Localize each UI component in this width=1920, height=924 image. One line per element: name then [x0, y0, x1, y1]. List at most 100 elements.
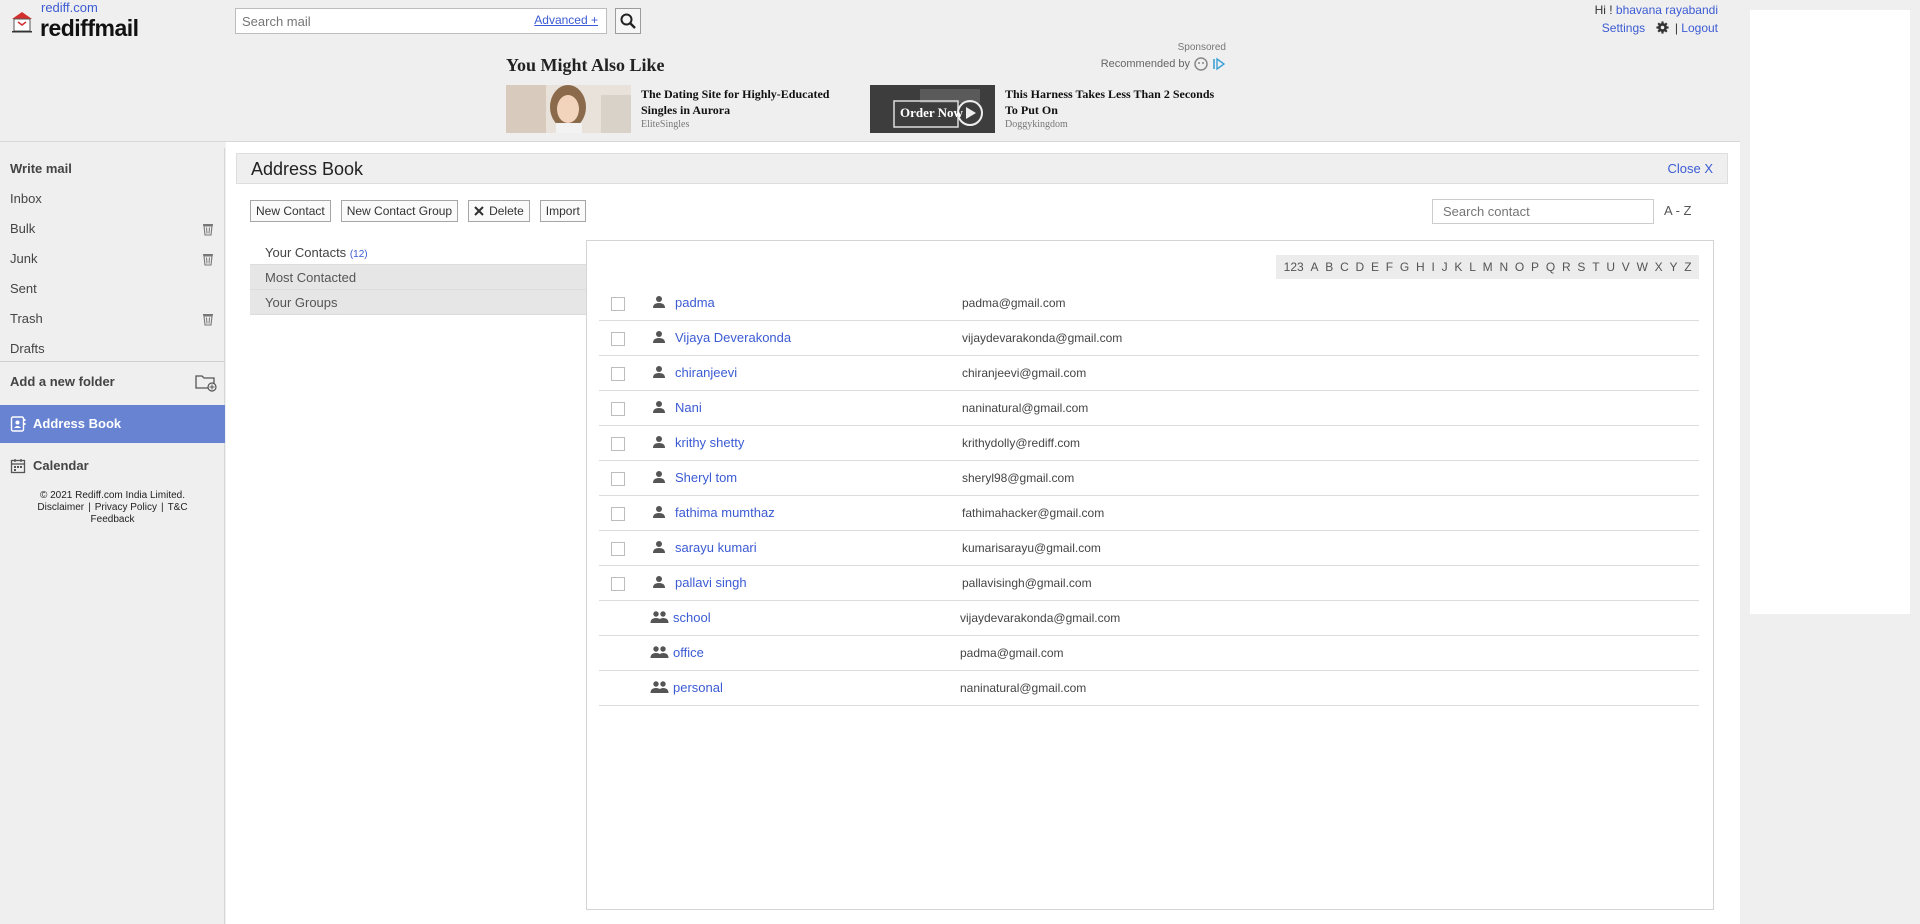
alphabet-letter[interactable]: U: [1603, 260, 1618, 274]
alphabet-letter[interactable]: F: [1382, 260, 1396, 274]
alphabet-letter[interactable]: M: [1479, 260, 1496, 274]
feedback-link[interactable]: Feedback: [91, 514, 135, 525]
contact-row[interactable]: pallavi singh pallavisingh@gmail.com: [599, 566, 1699, 601]
group-name-link[interactable]: school: [673, 610, 711, 625]
contact-checkbox[interactable]: [611, 577, 625, 591]
alphabet-letter[interactable]: K: [1451, 260, 1466, 274]
group-name-link[interactable]: office: [673, 645, 704, 660]
new-contact-group-button[interactable]: New Contact Group: [340, 200, 459, 222]
privacy-policy-link[interactable]: Privacy Policy: [95, 502, 157, 513]
contact-name-link[interactable]: chiranjeevi: [675, 365, 737, 380]
alphabet-letter[interactable]: Y: [1666, 260, 1681, 274]
sidebar-item-drafts[interactable]: Drafts: [0, 334, 225, 364]
sidebar-item-trash[interactable]: Trash: [0, 304, 225, 334]
contact-name-link[interactable]: pallavi singh: [675, 575, 747, 590]
sidebar-item-address-book[interactable]: Address Book: [0, 405, 225, 443]
contact-checkbox[interactable]: [611, 437, 625, 451]
logout-link[interactable]: Logout: [1681, 21, 1718, 35]
import-button[interactable]: Import: [539, 200, 586, 222]
contact-name-link[interactable]: sarayu kumari: [675, 540, 757, 555]
new-contact-button[interactable]: New Contact: [250, 200, 331, 222]
ad-title[interactable]: The Dating Site for Highly-Educated Sing…: [641, 86, 851, 118]
contact-name-link[interactable]: padma: [675, 295, 715, 310]
contact-row[interactable]: Vijaya Deverakonda vijaydevarakonda@gmail…: [599, 321, 1699, 356]
ad-title[interactable]: This Harness Takes Less Than 2 Seconds T…: [1005, 86, 1215, 118]
sidebar-item-bulk[interactable]: Bulk: [0, 214, 225, 244]
add-folder-link[interactable]: Add a new folder: [0, 367, 225, 397]
contact-row[interactable]: Nani naninatural@gmail.com: [599, 391, 1699, 426]
list-most-contacted[interactable]: Most Contacted: [250, 265, 586, 290]
contact-row[interactable]: Sheryl tom sheryl98@gmail.com: [599, 461, 1699, 496]
alphabet-letter[interactable]: 123: [1280, 260, 1307, 274]
contact-search-input[interactable]: [1433, 200, 1653, 223]
empty-trash-icon[interactable]: [201, 312, 215, 326]
contact-row[interactable]: fathima mumthaz fathimahacker@gmail.com: [599, 496, 1699, 531]
list-your-contacts[interactable]: Your Contacts (12): [250, 240, 586, 265]
alphabet-letter[interactable]: E: [1368, 260, 1383, 274]
alphabet-letter[interactable]: Z: [1681, 260, 1695, 274]
list-your-groups[interactable]: Your Groups: [250, 290, 586, 315]
delete-button[interactable]: Delete: [468, 200, 530, 222]
settings-link[interactable]: Settings: [1602, 21, 1645, 35]
gear-icon[interactable]: [1656, 21, 1670, 34]
contact-checkbox[interactable]: [611, 542, 625, 556]
group-row[interactable]: office padma@gmail.com: [599, 636, 1699, 671]
group-row[interactable]: school vijaydevarakonda@gmail.com: [599, 601, 1699, 636]
contact-name-link[interactable]: Nani: [675, 400, 702, 415]
alphabet-letter[interactable]: P: [1528, 260, 1543, 274]
alphabet-letter[interactable]: O: [1512, 260, 1528, 274]
alphabet-letter[interactable]: T: [1589, 260, 1603, 274]
search-button[interactable]: [615, 8, 641, 34]
contact-name-link[interactable]: fathima mumthaz: [675, 505, 775, 520]
contact-row[interactable]: padma padma@gmail.com: [599, 286, 1699, 321]
sidebar-item-junk[interactable]: Junk: [0, 244, 225, 274]
alphabet-letter[interactable]: C: [1337, 260, 1352, 274]
alphabet-letter[interactable]: I: [1428, 260, 1438, 274]
recommended-by[interactable]: Recommended by: [1101, 57, 1226, 71]
contact-checkbox[interactable]: [611, 472, 625, 486]
alphabet-letter[interactable]: S: [1574, 260, 1589, 274]
alphabet-letter[interactable]: B: [1322, 260, 1337, 274]
contact-checkbox[interactable]: [611, 332, 625, 346]
username-link[interactable]: bhavana rayabandi: [1616, 3, 1718, 17]
empty-junk-trash-icon[interactable]: [201, 252, 215, 266]
alphabet-letter[interactable]: G: [1397, 260, 1413, 274]
contact-row[interactable]: chiranjeevi chiranjeevi@gmail.com: [599, 356, 1699, 391]
alphabet-letter[interactable]: D: [1352, 260, 1367, 274]
alphabet-letter[interactable]: L: [1466, 260, 1479, 274]
alphabet-letter[interactable]: J: [1438, 260, 1451, 274]
contact-checkbox[interactable]: [611, 507, 625, 521]
alphabet-letter[interactable]: R: [1559, 260, 1574, 274]
contact-checkbox[interactable]: [611, 402, 625, 416]
ad-card-2[interactable]: Order Now This Harness Takes Less Than 2…: [870, 85, 1215, 135]
contact-name-link[interactable]: Sheryl tom: [675, 470, 737, 485]
ad-card-1[interactable]: The Dating Site for Highly-Educated Sing…: [506, 85, 851, 135]
alphabet-letter[interactable]: H: [1413, 260, 1428, 274]
contact-checkbox[interactable]: [611, 297, 625, 311]
alphabet-letter[interactable]: V: [1618, 260, 1633, 274]
mail-search-input[interactable]: [236, 9, 516, 33]
advanced-search-link[interactable]: Advanced +: [534, 13, 598, 27]
sidebar-item-sent[interactable]: Sent: [0, 274, 225, 304]
sort-az-toggle[interactable]: A - Z: [1664, 203, 1691, 218]
write-mail-link[interactable]: Write mail: [0, 154, 225, 184]
empty-bulk-trash-icon[interactable]: [201, 222, 215, 236]
group-name-link[interactable]: personal: [673, 680, 723, 695]
alphabet-letter[interactable]: W: [1633, 260, 1651, 274]
sidebar-item-calendar[interactable]: Calendar: [0, 448, 225, 484]
contact-name-link[interactable]: krithy shetty: [675, 435, 744, 450]
alphabet-letter[interactable]: N: [1496, 260, 1511, 274]
alphabet-letter[interactable]: Q: [1542, 260, 1558, 274]
disclaimer-link[interactable]: Disclaimer: [37, 502, 84, 513]
sidebar-item-inbox[interactable]: Inbox: [0, 184, 225, 214]
terms-link[interactable]: T&C: [168, 502, 188, 513]
group-row[interactable]: personal naninatural@gmail.com: [599, 671, 1699, 706]
close-address-book-button[interactable]: Close X: [1667, 161, 1713, 176]
rediff-site-link[interactable]: rediff.com: [41, 0, 98, 15]
contact-row[interactable]: krithy shetty krithydolly@rediff.com: [599, 426, 1699, 461]
alphabet-letter[interactable]: A: [1307, 260, 1322, 274]
contact-checkbox[interactable]: [611, 367, 625, 381]
add-folder-icon[interactable]: [195, 372, 217, 392]
alphabet-letter[interactable]: X: [1651, 260, 1666, 274]
contact-name-link[interactable]: Vijaya Deverakonda: [675, 330, 791, 345]
